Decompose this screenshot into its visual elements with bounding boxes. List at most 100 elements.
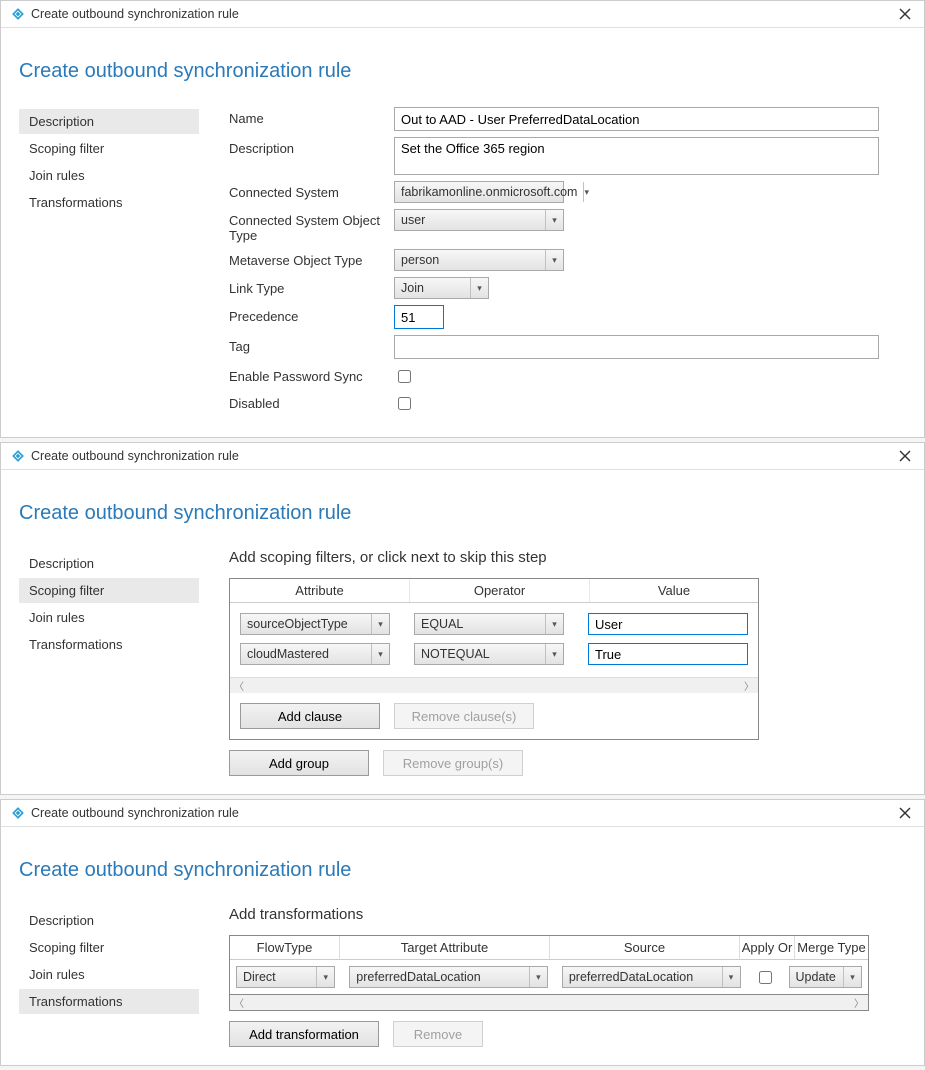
sidebar-item-transformations[interactable]: Transformations (19, 632, 199, 657)
label-disabled: Disabled (229, 392, 394, 411)
chevron-down-icon: ▾ (529, 967, 547, 987)
page-title: Create outbound synchronization rule (19, 859, 904, 882)
cs-object-type-select[interactable]: user ▾ (394, 209, 564, 231)
sidebar-item-scoping-filter[interactable]: Scoping filter (19, 578, 199, 603)
chevron-down-icon: ▾ (545, 644, 563, 664)
col-flowtype: FlowType (230, 936, 340, 960)
page-title: Create outbound synchronization rule (19, 60, 904, 83)
disabled-checkbox[interactable] (398, 397, 411, 410)
scroll-left-icon: 〈 (234, 678, 244, 693)
col-apply-once: Apply Or (740, 936, 795, 960)
description-form: Name Description Set the Office 365 regi… (199, 107, 904, 419)
operator-select[interactable]: EQUAL ▾ (414, 613, 564, 635)
titlebar: Create outbound synchronization rule (1, 443, 924, 470)
sidebar-item-transformations[interactable]: Transformations (19, 190, 199, 215)
remove-transformation-button[interactable]: Remove (393, 1021, 483, 1047)
label-name: Name (229, 107, 394, 126)
window-title: Create outbound synchronization rule (31, 449, 896, 463)
col-operator: Operator (410, 579, 590, 602)
wizard-sidebar: Description Scoping filter Join rules Tr… (19, 549, 199, 776)
scroll-right-icon: 〉 (744, 678, 754, 693)
transformations-header: FlowType Target Attribute Source Apply O… (229, 935, 869, 960)
chevron-down-icon: ▾ (371, 644, 389, 664)
col-value: Value (590, 579, 758, 602)
close-button[interactable] (896, 447, 914, 465)
scoping-content: Add scoping filters, or click next to sk… (199, 549, 904, 776)
apply-once-checkbox[interactable] (759, 971, 772, 984)
sidebar-item-join-rules[interactable]: Join rules (19, 605, 199, 630)
enable-password-sync-checkbox[interactable] (398, 370, 411, 383)
window-scoping-step: Create outbound synchronization rule Cre… (0, 442, 925, 795)
connected-system-select[interactable]: fabrikamonline.onmicrosoft.com ▾ (394, 181, 564, 203)
app-icon (11, 449, 25, 463)
attribute-select[interactable]: cloudMastered ▾ (240, 643, 390, 665)
label-tag: Tag (229, 335, 394, 354)
sidebar-item-scoping-filter[interactable]: Scoping filter (19, 935, 199, 960)
sidebar-item-join-rules[interactable]: Join rules (19, 163, 199, 188)
window-title: Create outbound synchronization rule (31, 7, 896, 21)
add-transformation-button[interactable]: Add transformation (229, 1021, 379, 1047)
precedence-input[interactable] (394, 305, 444, 329)
horizontal-scrollbar[interactable]: 〈 〉 (230, 677, 758, 693)
titlebar: Create outbound synchronization rule (1, 800, 924, 827)
sidebar-item-description[interactable]: Description (19, 908, 199, 933)
col-merge-type: Merge Type (795, 936, 868, 960)
titlebar: Create outbound synchronization rule (1, 1, 924, 28)
operator-select[interactable]: NOTEQUAL ▾ (414, 643, 564, 665)
wizard-sidebar: Description Scoping filter Join rules Tr… (19, 906, 199, 1047)
mv-object-type-select[interactable]: person ▾ (394, 249, 564, 271)
window-description-step: Create outbound synchronization rule Cre… (0, 0, 925, 438)
link-type-select[interactable]: Join ▾ (394, 277, 489, 299)
chevron-down-icon: ▾ (371, 614, 389, 634)
label-mv-object-type: Metaverse Object Type (229, 249, 394, 268)
chevron-down-icon: ▾ (843, 967, 861, 987)
scoping-row: cloudMastered ▾ NOTEQUAL ▾ (240, 643, 748, 665)
merge-type-select[interactable]: Update ▾ (789, 966, 862, 988)
sidebar-item-transformations[interactable]: Transformations (19, 989, 199, 1014)
label-cs-object-type: Connected System Object Type (229, 209, 394, 243)
remove-groups-button[interactable]: Remove group(s) (383, 750, 523, 776)
window-transformations-step: Create outbound synchronization rule Cre… (0, 799, 925, 1066)
remove-clauses-button[interactable]: Remove clause(s) (394, 703, 534, 729)
attribute-select[interactable]: sourceObjectType ▾ (240, 613, 390, 635)
tag-input[interactable] (394, 335, 879, 359)
close-button[interactable] (896, 5, 914, 23)
col-attribute: Attribute (230, 579, 410, 602)
source-select[interactable]: preferredDataLocation ▾ (562, 966, 741, 988)
horizontal-scrollbar[interactable]: 〈 〉 (229, 995, 869, 1011)
flowtype-select[interactable]: Direct ▾ (236, 966, 335, 988)
scoping-grid: Attribute Operator Value sourceObjectTyp… (229, 578, 759, 740)
close-button[interactable] (896, 804, 914, 822)
label-description: Description (229, 137, 394, 156)
chevron-down-icon: ▾ (316, 967, 334, 987)
value-input[interactable] (588, 613, 748, 635)
scoping-row: sourceObjectType ▾ EQUAL ▾ (240, 613, 748, 635)
add-group-button[interactable]: Add group (229, 750, 369, 776)
chevron-down-icon: ▾ (583, 182, 589, 202)
wizard-sidebar: Description Scoping filter Join rules Tr… (19, 107, 199, 419)
sidebar-item-description[interactable]: Description (19, 109, 199, 134)
app-icon (11, 806, 25, 820)
page-title: Create outbound synchronization rule (19, 502, 904, 525)
label-link-type: Link Type (229, 277, 394, 296)
transformation-row: Direct ▾ preferredDataLocation ▾ preferr… (229, 960, 869, 995)
transformations-instruction: Add transformations (229, 906, 904, 923)
add-clause-button[interactable]: Add clause (240, 703, 380, 729)
sidebar-item-scoping-filter[interactable]: Scoping filter (19, 136, 199, 161)
target-attribute-select[interactable]: preferredDataLocation ▾ (349, 966, 548, 988)
col-source: Source (550, 936, 740, 960)
name-input[interactable] (394, 107, 879, 131)
value-input[interactable] (588, 643, 748, 665)
label-eps: Enable Password Sync (229, 365, 394, 384)
scroll-right-icon: 〉 (854, 995, 864, 1010)
col-target-attribute: Target Attribute (340, 936, 550, 960)
sidebar-item-description[interactable]: Description (19, 551, 199, 576)
label-precedence: Precedence (229, 305, 394, 324)
scroll-left-icon: 〈 (234, 995, 244, 1010)
scoping-instruction: Add scoping filters, or click next to sk… (229, 549, 904, 566)
chevron-down-icon: ▾ (470, 278, 488, 298)
chevron-down-icon: ▾ (545, 614, 563, 634)
app-icon (11, 7, 25, 21)
transformations-content: Add transformations FlowType Target Attr… (199, 906, 904, 1047)
description-input[interactable]: Set the Office 365 region (394, 137, 879, 175)
